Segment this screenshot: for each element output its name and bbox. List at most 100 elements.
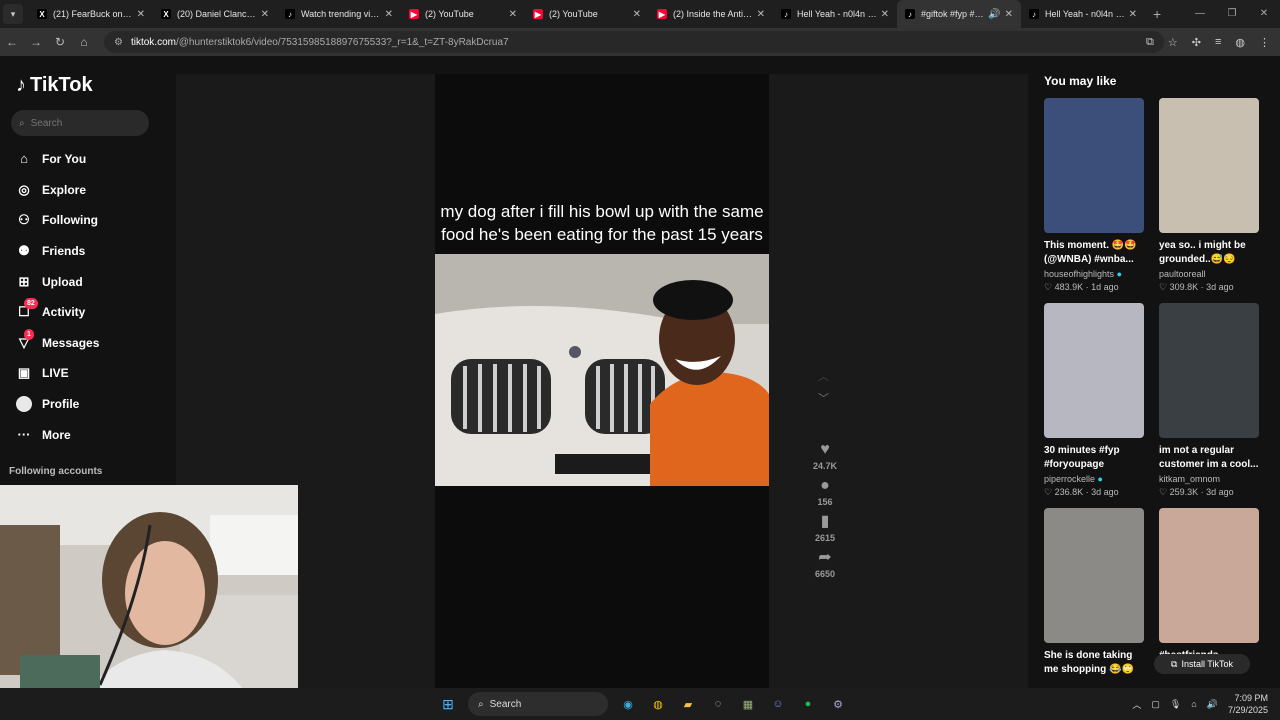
browser-tab[interactable]: ▶ (2) YouTube ✕ <box>401 0 525 28</box>
edge-icon[interactable]: ◉ <box>618 694 638 714</box>
video-thumbnail[interactable] <box>1044 98 1144 233</box>
search-box[interactable]: ⌕ <box>11 110 149 136</box>
browser-tab[interactable]: ♪ #giftok #fyp #tar 🔊 ✕ <box>897 0 1021 28</box>
reload-icon[interactable]: ↻ <box>48 35 72 49</box>
discord-icon[interactable]: ☺ <box>768 694 788 714</box>
browser-tab[interactable]: ♪ Hell Yeah - n0l4n Mu ✕ <box>1021 0 1145 28</box>
spotify-icon[interactable]: ● <box>798 694 818 714</box>
microphone-icon[interactable]: 🎙 <box>1170 699 1181 710</box>
tab-audio-icon[interactable]: 🔊 <box>988 9 1000 20</box>
browser-toolbar-actions: ⧉ ☆ ✣ ≡ ◍ ⋮ <box>1146 28 1270 56</box>
network-icon[interactable]: ⌂ <box>1191 699 1196 709</box>
tab-search-icon[interactable]: ▾ <box>3 4 23 24</box>
heart-outline-icon: ♡ <box>1159 282 1168 292</box>
obs-icon[interactable]: ◌ <box>708 694 728 714</box>
browser-tab[interactable]: ▶ (2) YouTube ✕ <box>525 0 649 28</box>
close-tab-icon[interactable]: ✕ <box>1005 9 1013 20</box>
taskbar-search[interactable]: ⌕ Search <box>468 692 608 716</box>
minimize-icon[interactable]: — <box>1184 0 1216 28</box>
video-thumbnail[interactable] <box>1044 508 1144 643</box>
tray-chevron-icon[interactable]: ︿ <box>1132 698 1141 711</box>
suggested-video-card[interactable]: #bestfriends <box>1159 508 1259 677</box>
video-player[interactable]: my dog after i fill his bowl up with the… <box>435 74 769 688</box>
save-button[interactable]: ▮ 2615 <box>815 513 835 543</box>
clock-time: 7:09 PM <box>1234 693 1268 703</box>
suggested-video-card[interactable]: She is done taking me shopping 😂🙄 <box>1044 508 1144 677</box>
chrome-icon[interactable]: ◍ <box>648 694 668 714</box>
video-author[interactable]: houseofhighlights ● <box>1044 269 1144 279</box>
video-thumbnail[interactable] <box>1159 508 1259 643</box>
app-icon[interactable]: ▦ <box>738 694 758 714</box>
windows-start-icon[interactable]: ⊞ <box>438 694 458 714</box>
browser-tab[interactable]: ▶ (2) Inside the Anti-G ✕ <box>649 0 773 28</box>
comment-button[interactable]: ● 156 <box>817 477 832 507</box>
close-tab-icon[interactable]: ✕ <box>1129 9 1137 20</box>
tab-title: Hell Yeah - n0l4n Mu <box>797 9 877 19</box>
tab-title: (21) FearBuck on X: "L <box>53 9 133 19</box>
x-logo-icon: X <box>37 9 47 19</box>
suggested-video-card[interactable]: yea so.. i might be grounded..😅😔 paultoor… <box>1159 98 1259 293</box>
search-icon: ⌕ <box>19 117 25 129</box>
profile-avatar-icon[interactable]: ◍ <box>1235 36 1245 49</box>
close-tab-icon[interactable]: ✕ <box>509 9 517 20</box>
sidebar-item-profile[interactable]: Profile <box>16 389 99 420</box>
video-author[interactable]: piperrockelle ● <box>1044 474 1144 484</box>
suggested-video-card[interactable]: 30 minutes #fyp #foryoupage piperrockelle… <box>1044 303 1144 498</box>
browser-tab[interactable]: ♪ Watch trending video ✕ <box>277 0 401 28</box>
new-tab-button[interactable]: + <box>1153 6 1161 22</box>
close-tab-icon[interactable]: ✕ <box>633 9 641 20</box>
video-author[interactable]: kitkam_omnom <box>1159 474 1259 484</box>
bookmark-star-icon[interactable]: ☆ <box>1168 36 1178 49</box>
browser-tab[interactable]: ♪ Hell Yeah - n0l4n Mu ✕ <box>773 0 897 28</box>
suggested-video-card[interactable]: im not a regular customer im a cool... ki… <box>1159 303 1259 498</box>
sidebar-item-messages[interactable]: ▽ 1 Messages <box>16 328 99 359</box>
maximize-icon[interactable]: ❐ <box>1216 0 1248 28</box>
chevron-up-icon[interactable]: ︿ <box>818 368 829 384</box>
close-tab-icon[interactable]: ✕ <box>261 9 269 20</box>
save-count: 2615 <box>814 533 836 543</box>
install-tiktok-button[interactable]: ⧉ Install TikTok <box>1154 654 1250 674</box>
sidebar-item-live[interactable]: ▣ LIVE <box>16 358 99 389</box>
sidebar-item-upload[interactable]: ⊞ Upload <box>16 266 99 297</box>
sidebar-item-friends[interactable]: ⚉ Friends <box>16 236 99 267</box>
back-icon[interactable]: ← <box>0 35 24 49</box>
share-button[interactable]: ➦ 6650 <box>815 549 835 579</box>
tiktok-logo[interactable]: ♪ TikTok <box>16 74 93 97</box>
close-tab-icon[interactable]: ✕ <box>757 9 765 20</box>
file-explorer-icon[interactable]: ▰ <box>678 694 698 714</box>
close-tab-icon[interactable]: ✕ <box>137 9 145 20</box>
chevron-down-icon[interactable]: ﹀ <box>818 390 829 406</box>
install-app-icon[interactable]: ⧉ <box>1146 36 1154 49</box>
browser-menu-icon[interactable]: ⋮ <box>1259 36 1270 49</box>
clock[interactable]: 7:09 PM 7/29/2025 <box>1228 692 1268 716</box>
video-title: She is done taking me shopping 😂🙄 <box>1044 650 1134 675</box>
url-field[interactable]: ⚙ tiktok.com /@hunterstiktok6/video/7531… <box>104 31 1164 53</box>
extensions-icon[interactable]: ✣ <box>1192 36 1201 49</box>
video-thumbnail[interactable] <box>1159 303 1259 438</box>
search-input[interactable] <box>30 117 131 129</box>
sidebar-item-for-you[interactable]: ⌂ For You <box>16 144 99 175</box>
like-button[interactable]: ♥ 24.7K <box>813 441 837 471</box>
media-controls-icon[interactable]: ≡ <box>1215 36 1221 48</box>
tray-app-icon[interactable]: ▢ <box>1151 699 1160 710</box>
close-window-icon[interactable]: ✕ <box>1248 0 1280 28</box>
sidebar-item-explore[interactable]: ◎ Explore <box>16 175 99 206</box>
site-info-icon[interactable]: ⚙ <box>114 37 123 48</box>
video-author[interactable]: paultooreall <box>1159 269 1259 279</box>
sidebar-item-activity[interactable]: ☐ 82 Activity <box>16 297 99 328</box>
close-tab-icon[interactable]: ✕ <box>881 9 889 20</box>
forward-icon[interactable]: → <box>24 35 48 49</box>
volume-icon[interactable]: 🔊 <box>1207 699 1218 710</box>
video-meta: ♡ 259.3K · 3d ago <box>1159 487 1234 497</box>
video-thumbnail[interactable] <box>1159 98 1259 233</box>
sidebar-item-more[interactable]: ··· More <box>16 419 99 450</box>
home-button-icon[interactable]: ⌂ <box>72 35 96 49</box>
browser-tab[interactable]: X (20) Daniel Clancy on ✕ <box>153 0 277 28</box>
suggested-video-card[interactable]: This moment. 🤩🤩 (@WNBA) #wnba... houseofh… <box>1044 98 1144 293</box>
video-thumbnail[interactable] <box>1044 303 1144 438</box>
steam-icon[interactable]: ⚙ <box>828 694 848 714</box>
close-tab-icon[interactable]: ✕ <box>385 9 393 20</box>
sidebar-item-following[interactable]: ⚇ Following <box>16 205 99 236</box>
suggestions-heading: You may like <box>1044 74 1117 88</box>
browser-tab[interactable]: X (21) FearBuck on X: "L ✕ <box>29 0 153 28</box>
